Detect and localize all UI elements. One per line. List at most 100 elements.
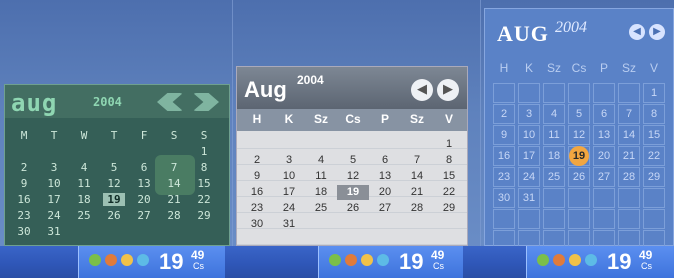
calendar-day[interactable]: 2 <box>13 161 35 174</box>
calendar-day[interactable]: 22 <box>643 146 665 166</box>
calendar-day[interactable]: 19 <box>569 146 589 166</box>
calendar-day[interactable]: 14 <box>163 177 185 190</box>
calendar-day[interactable]: 17 <box>43 193 65 206</box>
calendar-day[interactable]: 3 <box>273 153 305 168</box>
calendar-day[interactable]: 19 <box>103 193 125 206</box>
calendar-day[interactable]: 27 <box>593 167 615 187</box>
calendar-day[interactable]: 12 <box>568 125 590 145</box>
calendar-day[interactable]: 25 <box>305 201 337 216</box>
clock-hour[interactable]: 19 <box>607 249 631 275</box>
calendar-day[interactable]: 14 <box>618 125 640 145</box>
clock-hour[interactable]: 19 <box>399 249 423 275</box>
calendar-day[interactable]: 4 <box>305 153 337 168</box>
calendar-day[interactable]: 2 <box>241 153 273 168</box>
calendar-day[interactable]: 7 <box>401 153 433 168</box>
calendar-day[interactable]: 8 <box>193 161 215 174</box>
calendar-day[interactable]: 27 <box>133 209 155 222</box>
calendar-day[interactable]: 25 <box>543 167 565 187</box>
calendar-day[interactable]: 17 <box>273 185 305 200</box>
calendar-day[interactable]: 18 <box>73 193 95 206</box>
network-icon[interactable] <box>329 254 341 266</box>
calendar-day[interactable]: 20 <box>133 193 155 206</box>
calendar-day[interactable]: 20 <box>369 185 401 200</box>
arrow-left-icon[interactable]: ◀ <box>411 79 433 101</box>
calendar-day[interactable]: 1 <box>643 83 665 103</box>
calendar-day[interactable]: 5 <box>103 161 125 174</box>
calendar-day[interactable]: 31 <box>273 217 305 232</box>
calendar-day[interactable]: 13 <box>593 125 615 145</box>
update-icon[interactable] <box>377 254 389 266</box>
calendar-day[interactable]: 6 <box>369 153 401 168</box>
calendar-day[interactable]: 29 <box>193 209 215 222</box>
calendar-day[interactable]: 12 <box>337 169 369 184</box>
calendar-day[interactable]: 26 <box>103 209 125 222</box>
volume-icon[interactable] <box>553 254 565 266</box>
calendar-day[interactable]: 24 <box>518 167 540 187</box>
calendar-day[interactable]: 7 <box>163 161 185 174</box>
calendar-day[interactable]: 17 <box>518 146 540 166</box>
update-icon[interactable] <box>137 254 149 266</box>
calendar-day[interactable]: 18 <box>543 146 565 166</box>
calendar-day[interactable]: 1 <box>433 137 465 152</box>
arrow-right-icon[interactable]: ▶ <box>437 79 459 101</box>
volume-icon[interactable] <box>345 254 357 266</box>
calendar-day[interactable]: 13 <box>133 177 155 190</box>
network-icon[interactable] <box>89 254 101 266</box>
calendar-day[interactable]: 21 <box>401 185 433 200</box>
calendar-day[interactable]: 24 <box>43 209 65 222</box>
calendar-day[interactable]: 29 <box>643 167 665 187</box>
calendar-day[interactable]: 16 <box>13 193 35 206</box>
calendar-day[interactable]: 23 <box>241 201 273 216</box>
calendar-day[interactable]: 28 <box>618 167 640 187</box>
calendar-day[interactable]: 24 <box>273 201 305 216</box>
clock-hour[interactable]: 19 <box>159 249 183 275</box>
calendar-day[interactable]: 2 <box>493 104 515 124</box>
calendar-day[interactable]: 5 <box>568 104 590 124</box>
calendar-day[interactable]: 19 <box>337 185 369 200</box>
arrow-right-icon[interactable]: ▶ <box>649 24 665 40</box>
calendar-day[interactable]: 4 <box>543 104 565 124</box>
calendar-day[interactable]: 23 <box>493 167 515 187</box>
calendar-day[interactable]: 26 <box>337 201 369 216</box>
calendar-day[interactable]: 10 <box>518 125 540 145</box>
calendar-day[interactable]: 8 <box>643 104 665 124</box>
calendar-day[interactable]: 25 <box>73 209 95 222</box>
calendar-day[interactable]: 20 <box>593 146 615 166</box>
calendar-day[interactable]: 30 <box>493 188 515 208</box>
calendar-day[interactable]: 1 <box>193 145 215 158</box>
calendar-day[interactable]: 23 <box>13 209 35 222</box>
calendar-day[interactable]: 31 <box>43 225 65 238</box>
calendar-day[interactable]: 7 <box>618 104 640 124</box>
calendar-day[interactable]: 10 <box>43 177 65 190</box>
power-icon[interactable] <box>569 254 581 266</box>
calendar-day[interactable]: 15 <box>643 125 665 145</box>
calendar-day[interactable]: 15 <box>193 177 215 190</box>
volume-icon[interactable] <box>105 254 117 266</box>
calendar-day[interactable]: 26 <box>568 167 590 187</box>
power-icon[interactable] <box>361 254 373 266</box>
calendar-day[interactable]: 4 <box>73 161 95 174</box>
calendar-day[interactable]: 21 <box>618 146 640 166</box>
calendar-day[interactable]: 30 <box>13 225 35 238</box>
network-icon[interactable] <box>537 254 549 266</box>
calendar-day[interactable]: 6 <box>133 161 155 174</box>
calendar-day[interactable]: 28 <box>401 201 433 216</box>
calendar-day[interactable]: 3 <box>518 104 540 124</box>
calendar-day[interactable]: 11 <box>305 169 337 184</box>
calendar-day[interactable]: 12 <box>103 177 125 190</box>
calendar-day[interactable]: 15 <box>433 169 465 184</box>
calendar-day[interactable]: 22 <box>433 185 465 200</box>
calendar-day[interactable]: 8 <box>433 153 465 168</box>
calendar-day[interactable]: 28 <box>163 209 185 222</box>
calendar-day[interactable]: 27 <box>369 201 401 216</box>
calendar-day[interactable]: 29 <box>433 201 465 216</box>
calendar-day[interactable]: 30 <box>241 217 273 232</box>
calendar-day[interactable]: 11 <box>73 177 95 190</box>
calendar-day[interactable]: 31 <box>518 188 540 208</box>
calendar-day[interactable]: 3 <box>43 161 65 174</box>
calendar-day[interactable]: 9 <box>13 177 35 190</box>
calendar-day[interactable]: 6 <box>593 104 615 124</box>
calendar-day[interactable]: 16 <box>493 146 515 166</box>
calendar-day[interactable]: 9 <box>241 169 273 184</box>
calendar-day[interactable]: 22 <box>193 193 215 206</box>
